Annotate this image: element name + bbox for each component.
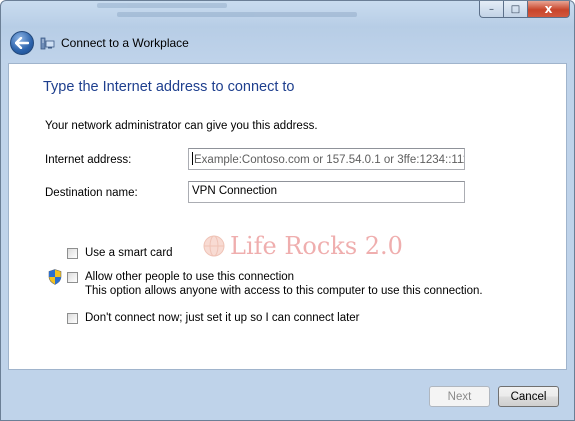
wizard-nav-bar: Connect to a Workplace: [1, 25, 574, 61]
destination-name-value: VPN Connection: [192, 185, 278, 197]
minimize-button[interactable]: –: [479, 1, 503, 18]
destination-name-input[interactable]: VPN Connection: [188, 181, 465, 203]
option-smart-card[interactable]: Use a smart card: [67, 247, 173, 259]
destination-name-label: Destination name:: [45, 187, 138, 199]
background-window-ghost: [97, 1, 397, 23]
text-caret: [192, 152, 193, 165]
allow-others-label[interactable]: Allow other people to use this connectio…: [85, 271, 483, 297]
cancel-button[interactable]: Cancel: [498, 386, 559, 407]
wizard-window: – □ x Connect to a Workplace Type the In…: [0, 0, 575, 421]
watermark-text: Life Rocks 2.0: [230, 232, 403, 260]
internet-address-placeholder: Example:Contoso.com or 157.54.0.1 or 3ff…: [194, 154, 465, 166]
button-bar: Next Cancel: [1, 373, 574, 420]
network-workplace-icon: [40, 37, 55, 50]
back-button[interactable]: [10, 31, 34, 55]
page-description: Your network administrator can give you …: [45, 120, 318, 132]
maximize-button[interactable]: □: [503, 1, 527, 18]
uac-shield-icon: [48, 269, 62, 285]
allow-others-checkbox[interactable]: [67, 272, 78, 283]
back-arrow-icon: [15, 37, 29, 49]
option-connect-later[interactable]: Don't connect now; just set it up so I c…: [67, 312, 360, 324]
connect-later-label[interactable]: Don't connect now; just set it up so I c…: [85, 312, 360, 324]
internet-address-label: Internet address:: [45, 154, 132, 166]
title-bar: – □ x: [1, 1, 574, 25]
allow-others-text[interactable]: Allow other people to use this connectio…: [85, 271, 294, 283]
allow-others-sublabel: This option allows anyone with access to…: [85, 285, 483, 297]
wizard-title: Connect to a Workplace: [61, 36, 189, 50]
smart-card-label[interactable]: Use a smart card: [85, 247, 173, 259]
caption-buttons: – □ x: [479, 1, 570, 20]
smart-card-checkbox[interactable]: [67, 248, 78, 259]
next-button[interactable]: Next: [429, 386, 490, 407]
option-allow-others[interactable]: Allow other people to use this connectio…: [67, 271, 483, 297]
watermark: Life Rocks 2.0: [202, 232, 403, 260]
watermark-globe-icon: [203, 235, 225, 257]
close-button[interactable]: x: [527, 1, 570, 18]
page-heading: Type the Internet address to connect to: [43, 79, 295, 95]
wizard-content: Type the Internet address to connect to …: [8, 63, 567, 370]
internet-address-input[interactable]: Example:Contoso.com or 157.54.0.1 or 3ff…: [188, 148, 465, 170]
connect-later-checkbox[interactable]: [67, 313, 78, 324]
